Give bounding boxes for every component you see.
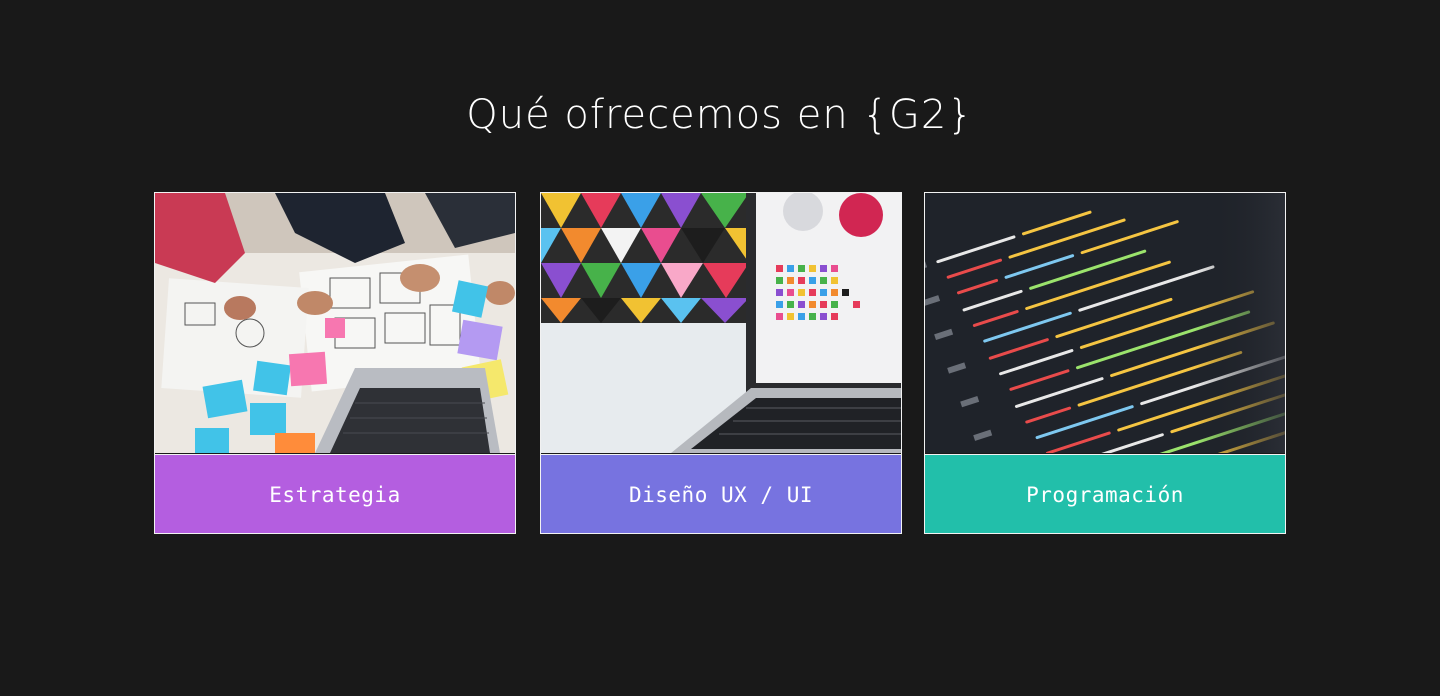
brainstorm-desk-photo (155, 193, 515, 453)
service-label-programacion: Programación (925, 454, 1285, 533)
code-screen-photo (925, 193, 1285, 453)
laptop-design-photo (541, 193, 901, 453)
service-card-estrategia[interactable]: Estrategia (154, 192, 516, 534)
service-card-diseno[interactable]: Diseño UX / UI (540, 192, 902, 534)
service-label-estrategia: Estrategia (155, 454, 515, 533)
services-section: Qué ofrecemos en {G2} Estrategia Diseño … (0, 0, 1440, 696)
service-label-diseno: Diseño UX / UI (541, 454, 901, 533)
service-card-programacion[interactable]: Programación (924, 192, 1286, 534)
section-title: Qué ofrecemos en {G2} (466, 92, 974, 138)
